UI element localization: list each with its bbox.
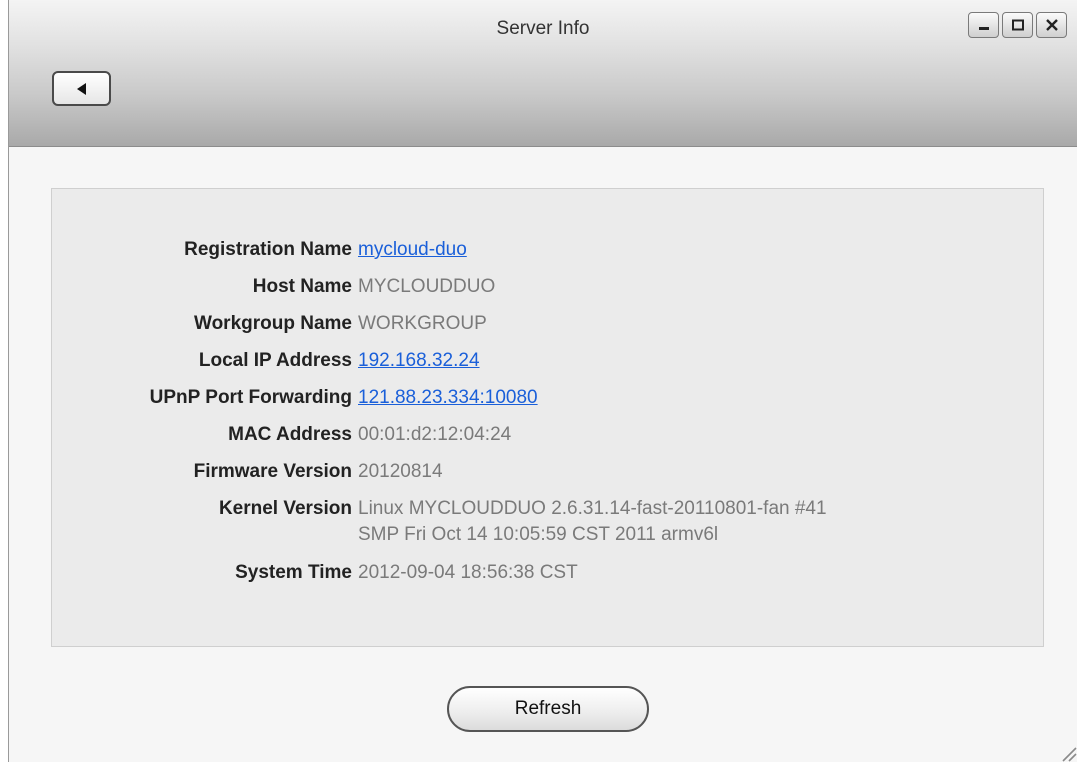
mac-value: 00:01:d2:12:04:24 [358,424,512,445]
info-row-registration-name: Registration Name mycloud-duo [52,237,1043,263]
system-time-label: System Time [235,562,352,583]
local-ip-link[interactable]: 192.168.32.24 [358,348,480,374]
title-bar[interactable]: Server Info [9,0,1077,147]
mac-label: MAC Address [228,424,352,445]
maximize-icon [1011,19,1024,31]
server-info-panel: Registration Name mycloud-duo Host Name … [51,188,1044,647]
refresh-button[interactable]: Refresh [447,686,649,732]
registration-name-link[interactable]: mycloud-duo [358,237,467,263]
info-row-host-name: Host Name MYCLOUDDUO [52,274,1043,300]
info-row-firmware: Firmware Version 20120814 [52,459,1043,485]
kernel-value-line-1: Linux MYCLOUDDUO 2.6.31.14-fast-20110801… [358,498,827,519]
maximize-button[interactable] [1002,12,1033,38]
info-row-system-time: System Time 2012-09-04 18:56:38 CST [52,560,1043,586]
info-row-upnp: UPnP Port Forwarding 121.88.23.334:10080 [52,385,1043,411]
workgroup-name-label: Workgroup Name [193,313,352,334]
upnp-label: UPnP Port Forwarding [149,387,352,408]
registration-name-label: Registration Name [184,239,352,260]
info-row-kernel: Kernel Version Linux MYCLOUDDUO 2.6.31.1… [52,496,1043,548]
info-row-mac: MAC Address 00:01:d2:12:04:24 [52,422,1043,448]
window-controls [968,12,1067,38]
close-icon [1045,19,1058,31]
close-button[interactable] [1036,12,1067,38]
workgroup-name-value: WORKGROUP [358,313,487,334]
minimize-icon [978,27,989,30]
host-name-value: MYCLOUDDUO [358,276,496,297]
host-name-label: Host Name [252,276,352,297]
minimize-button[interactable] [968,12,999,38]
local-ip-label: Local IP Address [198,350,352,371]
kernel-value: Linux MYCLOUDDUO 2.6.31.14-fast-20110801… [358,496,827,548]
info-row-workgroup-name: Workgroup Name WORKGROUP [52,311,1043,337]
window-title: Server Info [496,18,590,39]
kernel-value-line-2: SMP Fri Oct 14 10:05:59 CST 2011 armv6l [358,524,719,545]
server-info-window: Server Info Registration Name mycloud-du… [8,0,1077,762]
info-list: Registration Name mycloud-duo Host Name … [52,237,1043,597]
firmware-label: Firmware Version [193,461,352,482]
triangle-left-icon [76,82,86,95]
system-time-value: 2012-09-04 18:56:38 CST [358,562,578,583]
info-row-local-ip: Local IP Address 192.168.32.24 [52,348,1043,374]
resize-grip-icon[interactable] [1055,740,1077,762]
upnp-link[interactable]: 121.88.23.334:10080 [358,385,538,411]
kernel-label: Kernel Version [218,498,352,519]
firmware-value: 20120814 [358,461,443,482]
back-button[interactable] [52,71,111,106]
